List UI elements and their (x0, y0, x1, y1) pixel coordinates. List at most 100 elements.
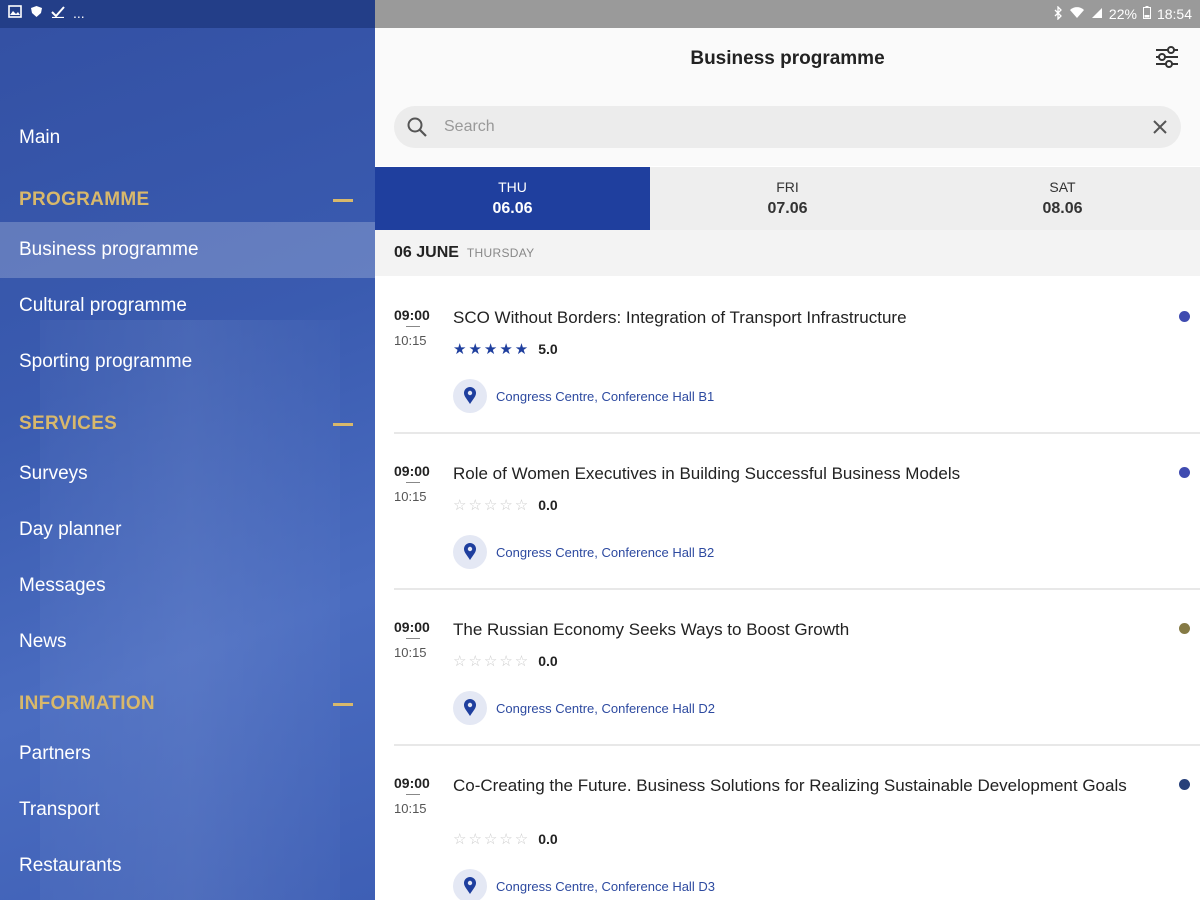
sidebar-item-label: Business programme (19, 239, 199, 260)
bluetooth-icon (1053, 4, 1063, 23)
sidebar-item-label: Partners (19, 743, 91, 764)
sidebar-item-messages[interactable]: Messages (0, 558, 375, 614)
event-title: The Russian Economy Seeks Ways to Boost … (453, 620, 850, 639)
battery-icon (1142, 6, 1151, 22)
event-location[interactable]: Congress Centre, Conference Hall B2 (453, 535, 714, 569)
tab-date: 06.06 (492, 200, 533, 217)
event-location[interactable]: Congress Centre, Conference Hall B1 (453, 379, 714, 413)
rating-value: 0.0 (538, 653, 558, 669)
event-start-time: 09:00 (394, 775, 430, 791)
event-rating: ☆☆☆☆☆ 0.0 (453, 652, 558, 670)
event-item[interactable]: 09:00 10:15 The Russian Economy Seeks Wa… (375, 590, 1200, 746)
day-header-date: 06 JUNE (394, 244, 459, 261)
location-text: Congress Centre, Conference Hall D2 (496, 700, 715, 716)
sidebar-item-partners[interactable]: Partners (0, 726, 375, 782)
sidebar-item-label: Restaurants (19, 855, 122, 876)
image-icon (8, 5, 22, 21)
day-header-weekday: THURSDAY (466, 246, 535, 260)
location-text: Congress Centre, Conference Hall B1 (496, 388, 715, 404)
status-dot (1179, 311, 1190, 322)
search-input[interactable] (444, 106, 1124, 148)
event-start-time: 09:00 (394, 463, 430, 479)
sidebar-item-label: Cultural programme (19, 295, 187, 316)
event-item[interactable]: 09:00 10:15 Role of Women Executives in … (375, 434, 1200, 590)
sidebar-item-main[interactable]: Main (0, 110, 375, 166)
event-rating: ☆☆☆☆☆ 0.0 (453, 830, 558, 848)
sidebar-item-business-programme[interactable]: Business programme (0, 222, 375, 278)
time-divider (406, 326, 420, 327)
event-item[interactable]: 09:00 10:15 SCO Without Borders: Integra… (375, 276, 1200, 434)
battery-level: 22% (1108, 6, 1137, 22)
collapse-icon[interactable] (333, 423, 353, 426)
time-divider (406, 638, 420, 639)
tab-date: 07.06 (767, 200, 808, 217)
filter-icon[interactable] (1154, 44, 1180, 70)
sidebar-item-label: Main (19, 127, 61, 148)
sidebar-item-day-planner[interactable]: Day planner (0, 502, 375, 558)
day-tabs: THU 06.06 FRI 07.06 SAT 08.06 (375, 167, 1200, 230)
section-programme[interactable]: PROGRAMME (0, 178, 375, 222)
collapse-icon[interactable] (333, 703, 353, 706)
location-pin-icon (453, 535, 487, 569)
sidebar-item-label: Sporting programme (19, 351, 193, 372)
section-information[interactable]: INFORMATION (0, 682, 375, 726)
section-services[interactable]: SERVICES (0, 402, 375, 446)
check-icon (51, 5, 65, 21)
sidebar-item-sporting-programme[interactable]: Sporting programme (0, 334, 375, 390)
event-end-time: 10:15 (394, 645, 427, 660)
location-text: Congress Centre, Conference Hall B2 (496, 544, 715, 560)
tab-sat[interactable]: SAT 08.06 (925, 167, 1200, 230)
sidebar-item-label: Transport (19, 799, 100, 820)
event-start-time: 09:00 (394, 619, 430, 635)
collapse-icon[interactable] (333, 199, 353, 202)
star-icons-empty: ☆☆☆☆☆ (453, 831, 531, 848)
event-end-time: 10:15 (394, 333, 427, 348)
location-text: Congress Centre, Conference Hall D3 (496, 878, 715, 894)
event-item[interactable]: 09:00 10:15 Co-Creating the Future. Busi… (375, 746, 1200, 900)
clock: 18:54 (1156, 6, 1192, 22)
time-divider (406, 482, 420, 483)
status-dot (1179, 467, 1190, 478)
shield-icon (30, 5, 43, 21)
close-icon[interactable] (1149, 116, 1171, 138)
wifi-icon (1069, 6, 1085, 22)
event-location[interactable]: Congress Centre, Conference Hall D2 (453, 691, 715, 725)
event-location[interactable]: Congress Centre, Conference Hall D3 (453, 869, 715, 900)
star-icons: ★★★★★ (453, 341, 531, 358)
day-header: 06 JUNE THURSDAY (375, 230, 1200, 276)
app-bar: Business programme (375, 28, 1200, 94)
location-pin-icon (453, 691, 487, 725)
time-divider (406, 794, 420, 795)
sidebar-item-surveys[interactable]: Surveys (0, 446, 375, 502)
sidebar-item-label: Messages (19, 575, 106, 596)
sidebar-item-label: News (19, 631, 67, 652)
tab-weekday: FRI (776, 179, 799, 195)
section-title: PROGRAMME (19, 189, 150, 210)
event-title: Role of Women Executives in Building Suc… (453, 464, 961, 483)
star-icons-empty: ☆☆☆☆☆ (453, 653, 531, 670)
event-rating: ★★★★★ 5.0 (453, 340, 558, 358)
sidebar-item-label: Surveys (19, 463, 88, 484)
rating-value: 5.0 (538, 341, 558, 357)
navigation-drawer: ... Main PROGRAMME Business programme Cu… (0, 0, 375, 900)
sidebar-item-news[interactable]: News (0, 614, 375, 670)
location-pin-icon (453, 379, 487, 413)
tab-fri[interactable]: FRI 07.06 (650, 167, 925, 230)
star-icons-empty: ☆☆☆☆☆ (453, 497, 531, 514)
signal-icon (1091, 6, 1103, 22)
sidebar-item-restaurants[interactable]: Restaurants (0, 838, 375, 894)
more-dots: ... (73, 5, 85, 21)
sidebar-status-bar: ... (0, 0, 375, 28)
location-pin-icon (453, 869, 487, 900)
sidebar-item-cultural-programme[interactable]: Cultural programme (0, 278, 375, 334)
tab-weekday: SAT (1049, 179, 1076, 195)
sidebar-item-transport[interactable]: Transport (0, 782, 375, 838)
rating-value: 0.0 (538, 497, 558, 513)
status-bar: 22% 18:54 (375, 0, 1200, 28)
tab-thu[interactable]: THU 06.06 (375, 167, 650, 230)
search-field[interactable] (394, 106, 1181, 148)
section-title: SERVICES (19, 413, 118, 434)
status-dot (1179, 779, 1190, 790)
sidebar-item-label: Day planner (19, 519, 122, 540)
event-title: SCO Without Borders: Integration of Tran… (453, 308, 907, 327)
